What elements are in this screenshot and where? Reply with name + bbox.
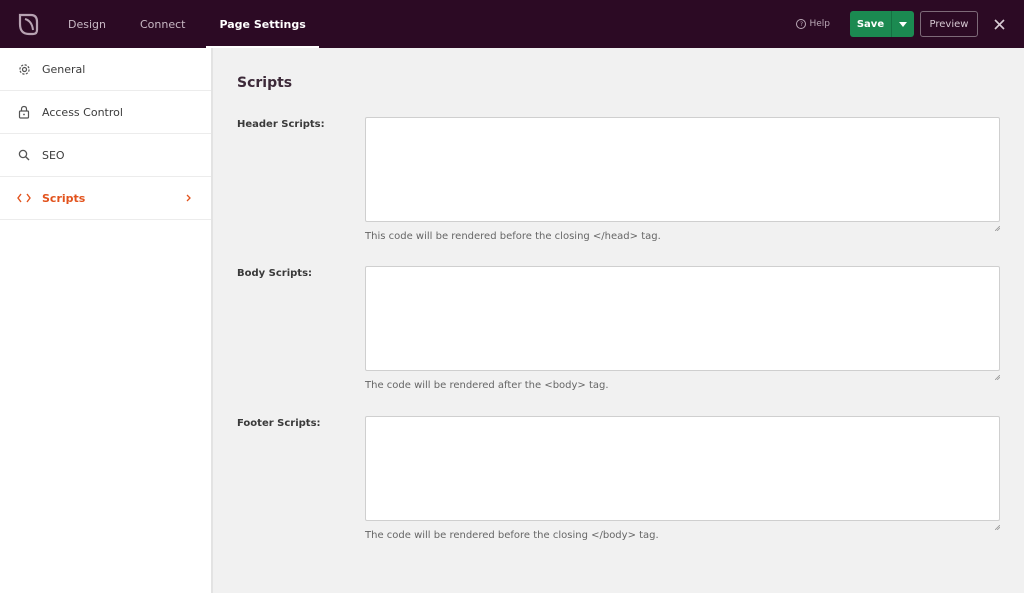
close-button[interactable] bbox=[992, 17, 1006, 31]
resize-handle-icon[interactable] bbox=[994, 515, 1001, 534]
resize-handle-icon[interactable] bbox=[994, 216, 1001, 235]
search-icon bbox=[17, 148, 31, 162]
sidebar-item-label: General bbox=[42, 62, 86, 76]
help-link[interactable]: ? Help bbox=[796, 19, 830, 29]
body-scripts-hint: The code will be rendered after the <bod… bbox=[365, 380, 609, 391]
header-scripts-label: Header Scripts: bbox=[237, 119, 325, 130]
lock-icon bbox=[17, 105, 31, 119]
settings-sidebar: General Access Control SEO Scripts bbox=[0, 48, 213, 593]
page-title: Scripts bbox=[237, 75, 293, 91]
help-icon: ? bbox=[796, 19, 807, 29]
resize-handle-icon[interactable] bbox=[994, 365, 1001, 384]
sidebar-item-label: Access Control bbox=[42, 105, 123, 119]
sidebar-item-access-control[interactable]: Access Control bbox=[0, 91, 211, 134]
footer-scripts-label: Footer Scripts: bbox=[237, 418, 321, 429]
tab-page-settings[interactable]: Page Settings bbox=[206, 0, 320, 48]
sidebar-item-general[interactable]: General bbox=[0, 48, 211, 91]
save-button[interactable]: Save bbox=[850, 11, 891, 37]
header-scripts-textarea[interactable] bbox=[365, 117, 1000, 222]
code-icon bbox=[17, 191, 31, 205]
body-scripts-label: Body Scripts: bbox=[237, 268, 313, 279]
sidebar-item-label: SEO bbox=[42, 148, 65, 162]
footer-scripts-hint: The code will be rendered before the clo… bbox=[365, 530, 659, 541]
gear-icon bbox=[17, 62, 31, 76]
sidebar-item-scripts[interactable]: Scripts bbox=[0, 177, 211, 220]
top-bar: Design Connect Page Settings ? Help Save… bbox=[0, 0, 1024, 48]
header-scripts-hint: This code will be rendered before the cl… bbox=[365, 231, 661, 242]
save-options-button[interactable] bbox=[891, 11, 914, 37]
chevron-right-icon bbox=[186, 192, 191, 205]
caret-down-icon bbox=[899, 21, 907, 27]
tab-connect[interactable]: Connect bbox=[127, 0, 198, 48]
logo-icon[interactable] bbox=[15, 11, 41, 37]
sidebar-item-seo[interactable]: SEO bbox=[0, 134, 211, 177]
footer-scripts-textarea[interactable] bbox=[365, 416, 1000, 521]
close-icon bbox=[993, 18, 1005, 30]
sidebar-item-label: Scripts bbox=[42, 191, 86, 205]
save-button-group: Save bbox=[850, 11, 914, 37]
body-scripts-textarea[interactable] bbox=[365, 266, 1000, 371]
help-label: Help bbox=[809, 19, 830, 29]
preview-button[interactable]: Preview bbox=[920, 11, 978, 37]
tab-design[interactable]: Design bbox=[55, 0, 119, 48]
